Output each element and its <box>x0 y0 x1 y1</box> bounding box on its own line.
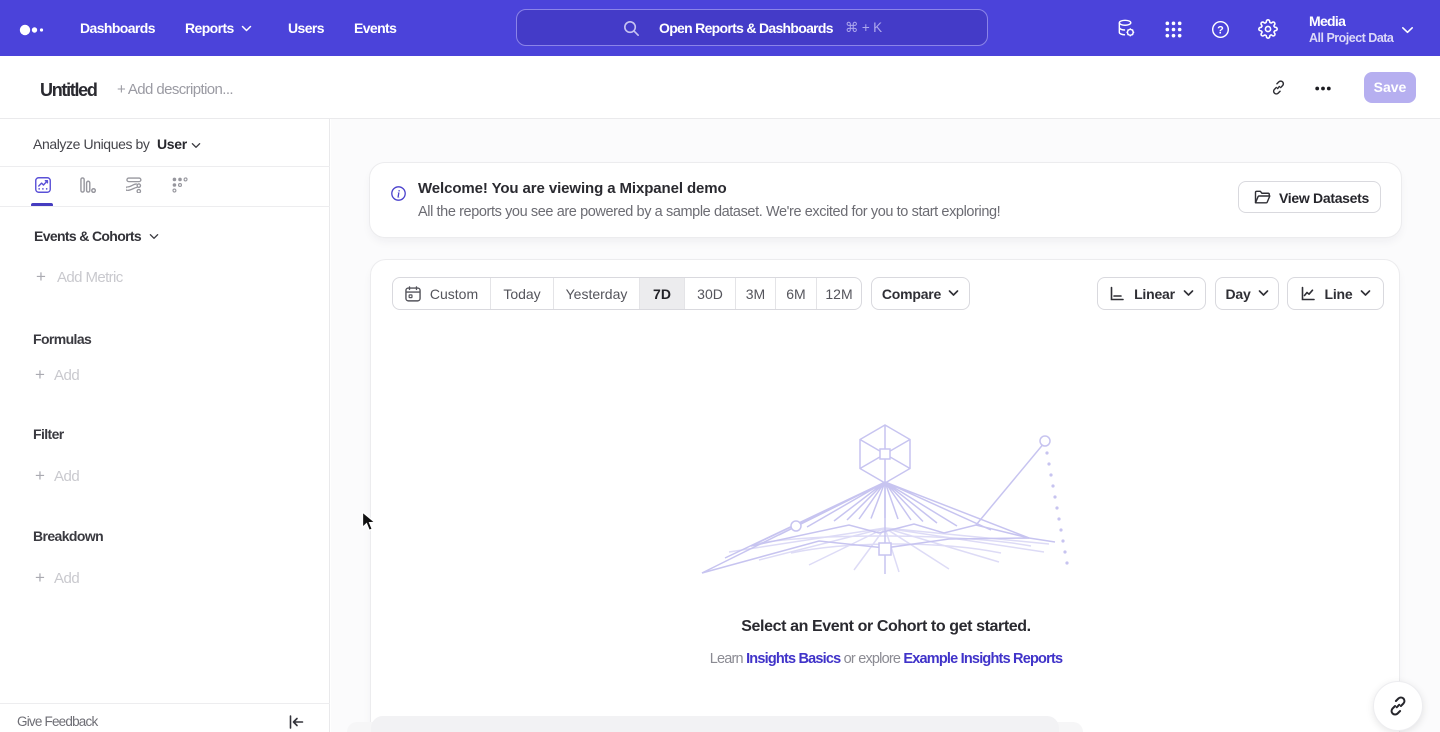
svg-text:i: i <box>397 189 400 200</box>
svg-text:?: ? <box>1217 25 1224 37</box>
